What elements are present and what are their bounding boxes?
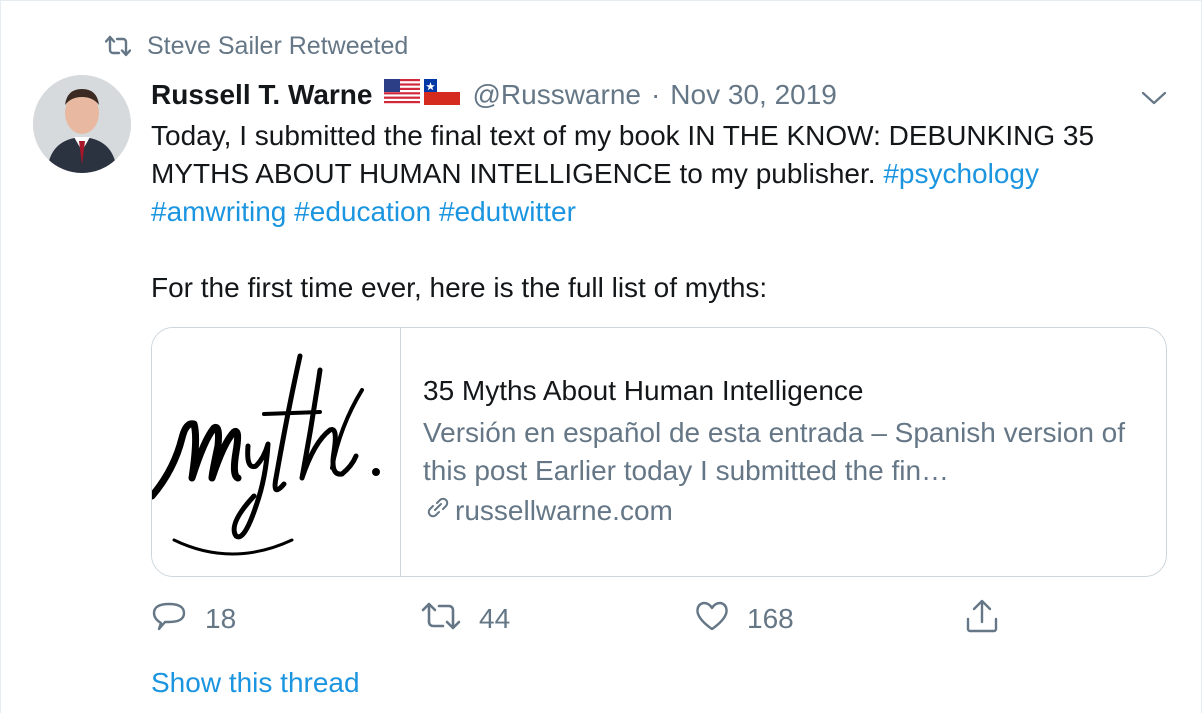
link-icon — [423, 492, 451, 530]
us-flag-icon — [384, 78, 421, 112]
hashtag-link[interactable]: #education — [294, 196, 431, 227]
link-card[interactable]: 35 Myths About Human Intelligence Versió… — [151, 327, 1167, 577]
tweet-header: Russell T. Warne @Russwarne · Nov 30, 20… — [151, 75, 1173, 115]
author-handle[interactable]: @Russwarne — [472, 79, 640, 111]
retweet-context: Steve Sailer Retweeted — [105, 29, 408, 63]
retweet-button[interactable]: 44 — [421, 600, 695, 639]
tweet-text: Today, I submitted the final text of my … — [151, 117, 1171, 307]
like-button[interactable]: 168 — [695, 600, 965, 639]
hashtag-link[interactable]: #psychology — [883, 158, 1039, 189]
card-description: Versión en español de esta entrada – Spa… — [423, 417, 1126, 486]
retweet-icon — [421, 600, 461, 639]
like-count: 168 — [747, 603, 794, 634]
retweeter-link[interactable]: Steve Sailer Retweeted — [147, 32, 408, 61]
card-domain-text: russellwarne.com — [455, 495, 673, 526]
card-title: 35 Myths About Human Intelligence — [423, 375, 864, 406]
share-button[interactable] — [965, 598, 999, 641]
author-name[interactable]: Russell T. Warne — [151, 79, 372, 111]
show-thread-link[interactable]: Show this thread — [151, 667, 360, 699]
chile-flag-icon — [424, 78, 461, 112]
tweet-container[interactable]: Steve Sailer Retweeted Russell T. Warne — [0, 0, 1202, 713]
reply-count: 18 — [205, 603, 237, 634]
action-bar: 18 44 168 — [151, 597, 1011, 641]
card-domain: russellwarne.com — [423, 492, 1144, 530]
reply-button[interactable]: 18 — [151, 599, 421, 640]
reply-icon — [151, 599, 187, 640]
flag-emojis — [384, 78, 461, 112]
heart-icon — [695, 600, 729, 639]
avatar[interactable] — [33, 75, 131, 173]
retweet-icon — [105, 35, 131, 57]
tweet-date[interactable]: Nov 30, 2019 — [670, 79, 837, 111]
separator-dot: · — [650, 79, 661, 110]
chevron-down-icon[interactable] — [1141, 81, 1167, 113]
hashtag-link[interactable]: #amwriting — [151, 196, 286, 227]
card-image — [152, 328, 401, 576]
tweet-body-text-2: For the first time ever, here is the ful… — [151, 272, 768, 303]
retweet-count: 44 — [479, 603, 511, 634]
hashtag-link[interactable]: #edutwitter — [439, 196, 576, 227]
card-body: 35 Myths About Human Intelligence Versió… — [401, 328, 1166, 576]
share-icon — [965, 598, 999, 641]
